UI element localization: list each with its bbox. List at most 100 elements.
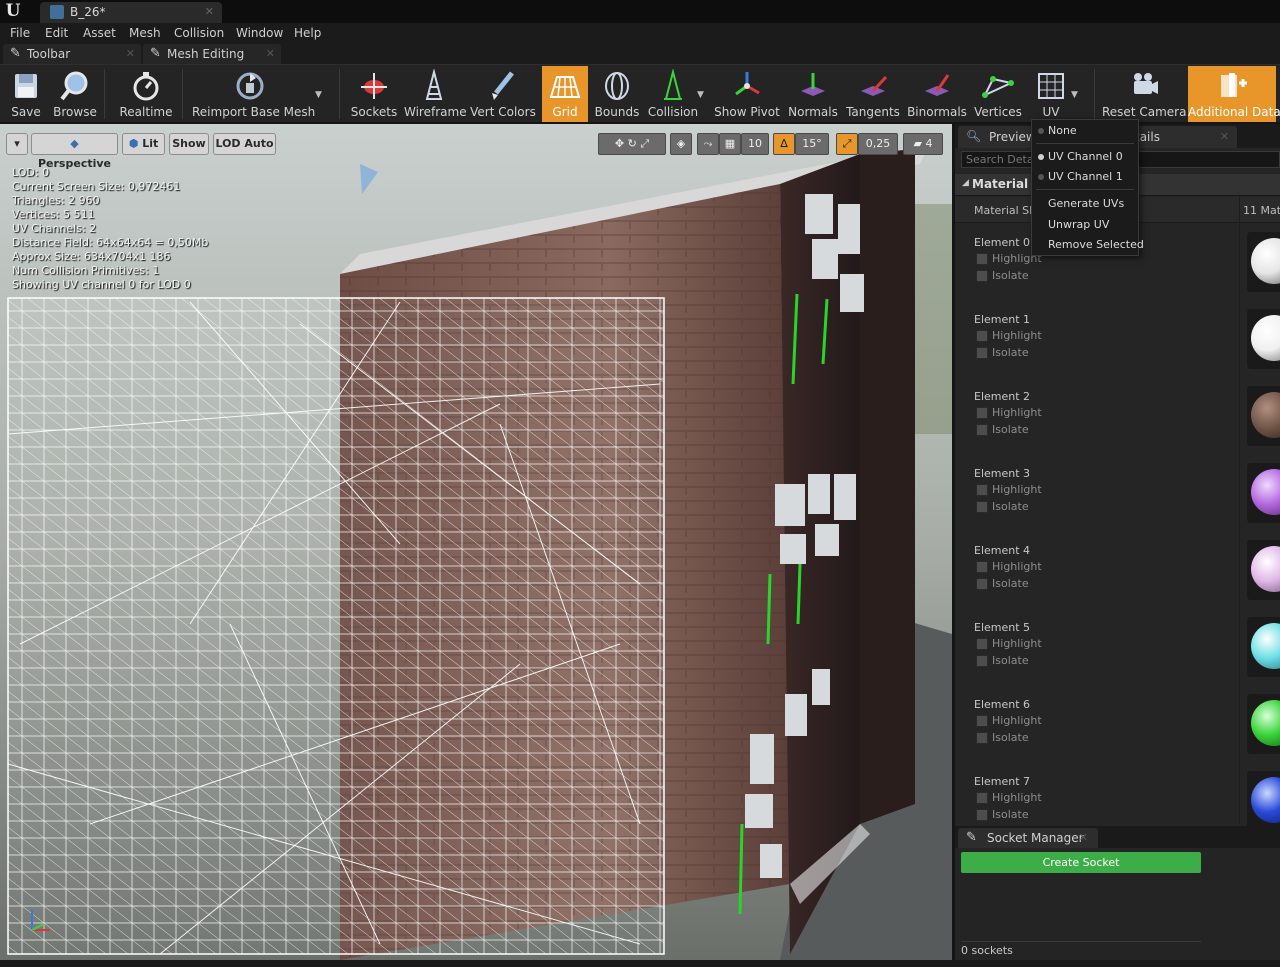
uv-option-channel-1[interactable]: UV Channel 1 bbox=[1032, 167, 1138, 187]
isolate-checkbox[interactable] bbox=[976, 809, 988, 821]
grid-snap-value[interactable]: 10 bbox=[741, 133, 769, 155]
material-thumbnail[interactable] bbox=[1247, 540, 1280, 600]
rotation-snap-toggle[interactable]: ∆ bbox=[773, 133, 795, 155]
menu-file[interactable]: File bbox=[10, 26, 30, 40]
grid-snap-toggle[interactable]: ▦ bbox=[719, 133, 741, 155]
highlight-checkbox[interactable] bbox=[976, 484, 988, 496]
bounds-button[interactable]: Bounds bbox=[594, 66, 640, 122]
menu-collision[interactable]: Collision bbox=[174, 26, 224, 40]
sockets-button[interactable]: Sockets bbox=[348, 66, 400, 122]
tab-details[interactable]: tails ✕ bbox=[1135, 126, 1237, 148]
viewport[interactable]: ▾ ◆ Perspective ⬢ Lit Show LOD Auto ✥ ↻ … bbox=[0, 124, 952, 960]
menu-bar: File Edit Asset Mesh Collision Window He… bbox=[0, 23, 1280, 43]
generate-uvs-item[interactable]: Generate UVs bbox=[1032, 194, 1138, 214]
chevron-down-icon[interactable]: ▼ bbox=[697, 90, 704, 100]
toolbar-separator bbox=[104, 69, 105, 119]
menu-mesh[interactable]: Mesh bbox=[129, 26, 161, 40]
vert-colors-button[interactable]: Vert Colors bbox=[470, 66, 536, 122]
create-socket-button[interactable]: Create Socket bbox=[961, 852, 1201, 873]
lit-button[interactable]: ⬢ Lit bbox=[122, 133, 165, 155]
rotate-icon[interactable]: ↻ bbox=[628, 137, 637, 150]
material-thumbnail[interactable] bbox=[1247, 232, 1280, 292]
scale-icon[interactable]: ⤢ bbox=[640, 137, 649, 150]
material-preview-sphere bbox=[1251, 546, 1280, 592]
menu-edit[interactable]: Edit bbox=[45, 26, 68, 40]
menu-window[interactable]: Window bbox=[236, 26, 283, 40]
close-icon[interactable]: ✕ bbox=[1220, 130, 1229, 143]
reimport-icon bbox=[236, 72, 264, 100]
grid-snap-icon: ▦ bbox=[724, 137, 736, 150]
bounds-icon bbox=[605, 72, 629, 100]
collision-button[interactable]: Collision bbox=[646, 66, 700, 122]
scale-snap-toggle[interactable]: ⤢ bbox=[836, 133, 858, 155]
highlight-label: Highlight bbox=[992, 406, 1042, 419]
material-thumbnail[interactable] bbox=[1247, 694, 1280, 754]
highlight-checkbox[interactable] bbox=[976, 330, 988, 342]
unwrap-uv-item[interactable]: Unwrap UV bbox=[1032, 215, 1138, 235]
camera-speed-button[interactable]: ▰ 4 bbox=[903, 133, 943, 155]
material-thumbnail[interactable] bbox=[1247, 771, 1280, 831]
vertices-button[interactable]: Vertices bbox=[974, 66, 1022, 122]
wireframe-button[interactable]: Wireframe bbox=[404, 66, 467, 122]
highlight-checkbox[interactable] bbox=[976, 792, 988, 804]
remove-selected-item[interactable]: Remove Selected bbox=[1032, 235, 1144, 255]
tab-socket-manager[interactable]: ✎ Socket Manager ✕ bbox=[958, 828, 1098, 848]
normals-button[interactable]: Normals bbox=[786, 66, 840, 122]
highlight-checkbox[interactable] bbox=[976, 638, 988, 650]
grid-button[interactable]: Grid bbox=[542, 66, 588, 122]
viewport-options-button[interactable]: ▾ bbox=[6, 133, 28, 155]
isolate-checkbox[interactable] bbox=[976, 732, 988, 744]
wireframe-label: Wireframe bbox=[404, 105, 467, 119]
document-tab[interactable]: B_26* ✕ bbox=[40, 2, 222, 23]
additional-data-button[interactable]: Additional Data bbox=[1188, 66, 1280, 122]
close-icon[interactable]: ✕ bbox=[1079, 831, 1088, 844]
highlight-checkbox[interactable] bbox=[976, 561, 988, 573]
reset-camera-button[interactable]: Reset Camera bbox=[1102, 66, 1186, 122]
rotation-snap-value[interactable]: 15° bbox=[795, 133, 829, 155]
uv-option-channel-0[interactable]: UV Channel 0 bbox=[1032, 147, 1138, 167]
transform-mode-group[interactable]: ✥ ↻ ⤢ bbox=[598, 133, 666, 155]
browse-icon bbox=[60, 71, 88, 101]
material-thumbnail[interactable] bbox=[1247, 617, 1280, 677]
realtime-button[interactable]: Realtime bbox=[118, 66, 174, 122]
isolate-checkbox[interactable] bbox=[976, 347, 988, 359]
isolate-label: Isolate bbox=[992, 346, 1029, 359]
isolate-checkbox[interactable] bbox=[976, 655, 988, 667]
binormals-button[interactable]: Binormals bbox=[906, 66, 968, 122]
surface-snap-button[interactable]: ⤳ bbox=[697, 133, 719, 155]
realtime-label: Realtime bbox=[119, 105, 173, 119]
chevron-down-icon[interactable]: ▼ bbox=[315, 90, 322, 100]
material-thumbnail[interactable] bbox=[1247, 309, 1280, 369]
material-thumbnail[interactable] bbox=[1247, 386, 1280, 446]
chevron-down-icon[interactable]: ▼ bbox=[1071, 90, 1078, 100]
reimport-base-mesh-button[interactable]: Reimport Base Mesh bbox=[192, 66, 315, 122]
close-icon[interactable]: ✕ bbox=[266, 47, 275, 60]
scale-snap-value[interactable]: 0,25 bbox=[858, 133, 898, 155]
uv-button[interactable]: UV bbox=[1028, 66, 1074, 122]
lod-button[interactable]: LOD Auto bbox=[213, 133, 276, 155]
isolate-checkbox[interactable] bbox=[976, 270, 988, 282]
coordinate-system-button[interactable]: ◈ bbox=[670, 133, 692, 155]
tangents-button[interactable]: Tangents bbox=[846, 66, 900, 122]
tab-mesh-editing[interactable]: ✎ Mesh Editing ✕ bbox=[143, 44, 281, 64]
uv-option-none[interactable]: None bbox=[1032, 121, 1138, 141]
isolate-checkbox[interactable] bbox=[976, 578, 988, 590]
translate-icon[interactable]: ✥ bbox=[615, 137, 624, 150]
highlight-checkbox[interactable] bbox=[976, 715, 988, 727]
isolate-checkbox[interactable] bbox=[976, 501, 988, 513]
save-button[interactable]: Save bbox=[4, 66, 48, 122]
menu-help[interactable]: Help bbox=[294, 26, 321, 40]
bounds-label: Bounds bbox=[594, 105, 640, 119]
highlight-checkbox[interactable] bbox=[976, 253, 988, 265]
menu-asset[interactable]: Asset bbox=[83, 26, 116, 40]
material-thumbnail[interactable] bbox=[1247, 463, 1280, 523]
close-icon[interactable]: ✕ bbox=[126, 47, 135, 60]
close-icon[interactable]: ✕ bbox=[205, 5, 214, 18]
browse-button[interactable]: Browse bbox=[52, 66, 98, 122]
tab-toolbar[interactable]: ✎ Toolbar ✕ bbox=[3, 44, 141, 64]
highlight-checkbox[interactable] bbox=[976, 407, 988, 419]
isolate-checkbox[interactable] bbox=[976, 424, 988, 436]
perspective-button[interactable]: ◆ Perspective bbox=[31, 133, 118, 170]
show-button[interactable]: Show bbox=[169, 133, 209, 155]
show-pivot-button[interactable]: Show Pivot bbox=[714, 66, 780, 122]
